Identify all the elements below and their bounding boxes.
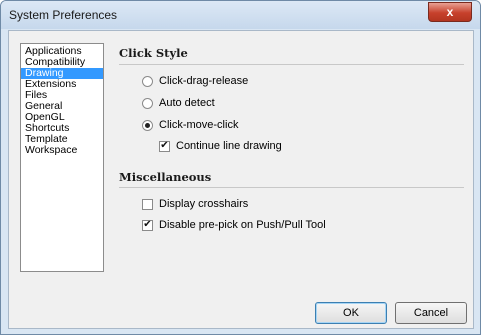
window-title: System Preferences bbox=[9, 8, 118, 22]
close-icon: x bbox=[446, 5, 454, 19]
click-style-heading: Click Style bbox=[119, 46, 188, 60]
title-bar[interactable]: System Preferences x bbox=[1, 1, 480, 29]
ok-button[interactable]: OK bbox=[315, 302, 387, 324]
radio-unselected-icon[interactable] bbox=[142, 97, 153, 109]
category-list[interactable]: Applications Compatibility Drawing Exten… bbox=[20, 43, 104, 272]
checkbox-label: Continue line drawing bbox=[176, 140, 282, 152]
checkbox-unchecked-icon[interactable] bbox=[142, 198, 153, 210]
checkbox-disable-prepick[interactable]: ✔ Disable pre-pick on Push/Pull Tool bbox=[142, 219, 326, 231]
radio-click-drag-release[interactable]: Click-drag-release bbox=[142, 75, 248, 87]
miscellaneous-divider bbox=[119, 187, 464, 188]
checkbox-checked-icon[interactable]: ✔ bbox=[159, 140, 170, 152]
checkbox-display-crosshairs[interactable]: Display crosshairs bbox=[142, 198, 248, 210]
checkbox-checked-icon[interactable]: ✔ bbox=[142, 219, 153, 231]
preferences-window: System Preferences x Applications Compat… bbox=[0, 0, 481, 335]
sidebar-item-workspace[interactable]: Workspace bbox=[21, 145, 103, 156]
close-button[interactable]: x bbox=[428, 2, 472, 22]
radio-selected-icon[interactable] bbox=[142, 119, 153, 131]
checkbox-label: Disable pre-pick on Push/Pull Tool bbox=[159, 219, 326, 231]
radio-unselected-icon[interactable] bbox=[142, 75, 153, 87]
radio-label: Auto detect bbox=[159, 97, 215, 109]
radio-label: Click-drag-release bbox=[159, 75, 249, 87]
radio-click-move-click[interactable]: Click-move-click bbox=[142, 119, 238, 131]
checkbox-label: Display crosshairs bbox=[159, 198, 249, 210]
dialog-client-area: Applications Compatibility Drawing Exten… bbox=[8, 30, 474, 329]
radio-label: Click-move-click bbox=[159, 119, 239, 131]
radio-auto-detect[interactable]: Auto detect bbox=[142, 97, 215, 109]
cancel-button[interactable]: Cancel bbox=[395, 302, 467, 324]
checkbox-continue-line-drawing[interactable]: ✔ Continue line drawing bbox=[159, 140, 282, 152]
miscellaneous-heading: Miscellaneous bbox=[119, 170, 212, 184]
click-style-divider bbox=[119, 64, 464, 65]
